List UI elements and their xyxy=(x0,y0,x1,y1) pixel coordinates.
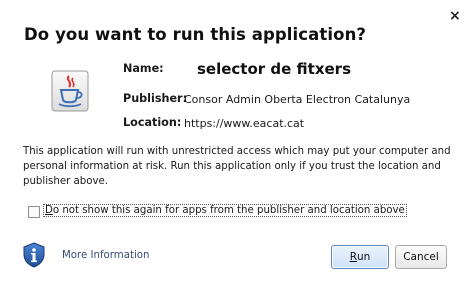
app-name-value: selector de fitxers xyxy=(197,60,351,78)
name-label: Name: xyxy=(123,62,164,75)
publisher-label: Publisher: xyxy=(123,92,188,105)
run-application-dialog: × Do you want to run this application? N… xyxy=(0,0,467,284)
do-not-show-label[interactable]: Do not show this again for apps from the… xyxy=(43,204,407,217)
shield-info-icon xyxy=(22,242,46,268)
do-not-show-checkbox[interactable] xyxy=(28,206,40,218)
location-value: https://www.eacat.cat xyxy=(184,117,305,130)
publisher-value: Consor Admin Oberta Electron Catalunya xyxy=(184,93,411,106)
mnemonic-d: D xyxy=(45,205,53,216)
location-label: Location: xyxy=(123,116,182,129)
dialog-title: Do you want to run this application? xyxy=(24,25,367,44)
more-information-link[interactable]: More Information xyxy=(62,250,149,261)
cancel-button[interactable]: Cancel xyxy=(395,245,447,269)
run-button[interactable]: Run xyxy=(331,245,389,269)
java-coffee-cup-icon xyxy=(51,70,89,112)
mnemonic-r: R xyxy=(349,251,357,263)
do-not-show-label-text: o not show this again for apps from the … xyxy=(52,205,405,216)
run-label: un xyxy=(356,251,371,263)
security-warning-text: This application will run with unrestric… xyxy=(23,146,451,187)
close-icon[interactable]: × xyxy=(449,9,461,23)
